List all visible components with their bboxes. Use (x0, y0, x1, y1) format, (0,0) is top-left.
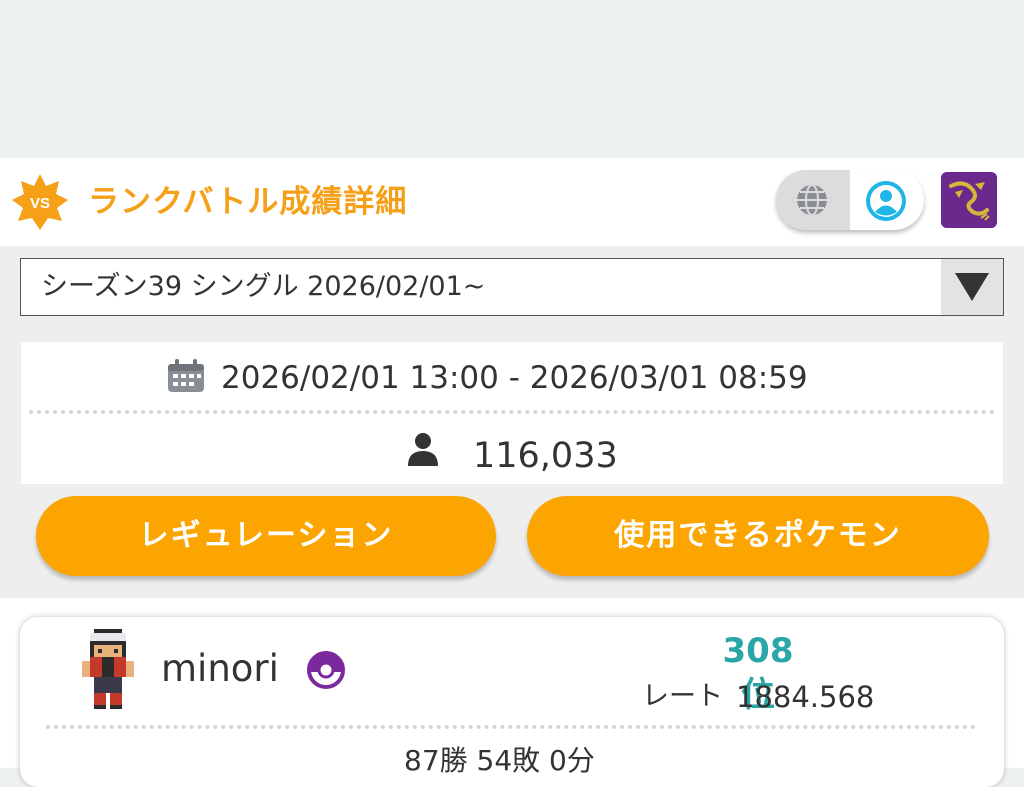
page-title: ランクバトル成績詳細 (88, 184, 408, 220)
section-separator (0, 586, 1024, 598)
season-period: 2026/02/01 13:00 - 2026/03/01 08:59 (221, 360, 808, 396)
user-circle-icon (866, 181, 906, 221)
player-rank: 308位 (722, 631, 794, 715)
player-count: 116,033 (473, 436, 618, 476)
player-record-card[interactable]: minori 308位 レート 1884.568 87勝 54敗 0分 (20, 617, 1004, 787)
season-select-toggle[interactable] (941, 259, 1003, 315)
rate-label: レート (642, 681, 723, 712)
globe-icon (797, 184, 827, 216)
calendar-icon (168, 359, 204, 392)
season-info-card: 2026/02/01 13:00 - 2026/03/01 08:59 116,… (21, 342, 1003, 484)
language-button[interactable] (776, 170, 850, 230)
trainer-sprite-icon (82, 629, 134, 709)
pokeball-icon (307, 651, 345, 689)
usable-pokemon-button[interactable]: 使用できるポケモン (527, 496, 989, 576)
vs-badge-icon: VS (12, 174, 68, 230)
dragon-avatar-icon[interactable] (941, 172, 997, 228)
top-blank-area (0, 0, 1024, 158)
season-select[interactable]: シーズン39 シングル 2026/02/01~ (20, 258, 1004, 316)
season-select-value: シーズン39 シングル 2026/02/01~ (41, 271, 486, 302)
vs-badge-text: VS (30, 195, 50, 212)
rate-value: 1884.568 (736, 680, 875, 714)
win-loss-record: 87勝 54敗 0分 (404, 744, 595, 777)
player-name: minori (161, 647, 279, 690)
triangle-down-icon (955, 273, 989, 301)
divider (29, 410, 995, 414)
header-icon-group (776, 170, 924, 230)
regulation-button[interactable]: レギュレーション (36, 496, 496, 576)
divider (46, 725, 976, 729)
person-icon (408, 433, 438, 466)
dragon-emblem-icon (941, 172, 997, 228)
